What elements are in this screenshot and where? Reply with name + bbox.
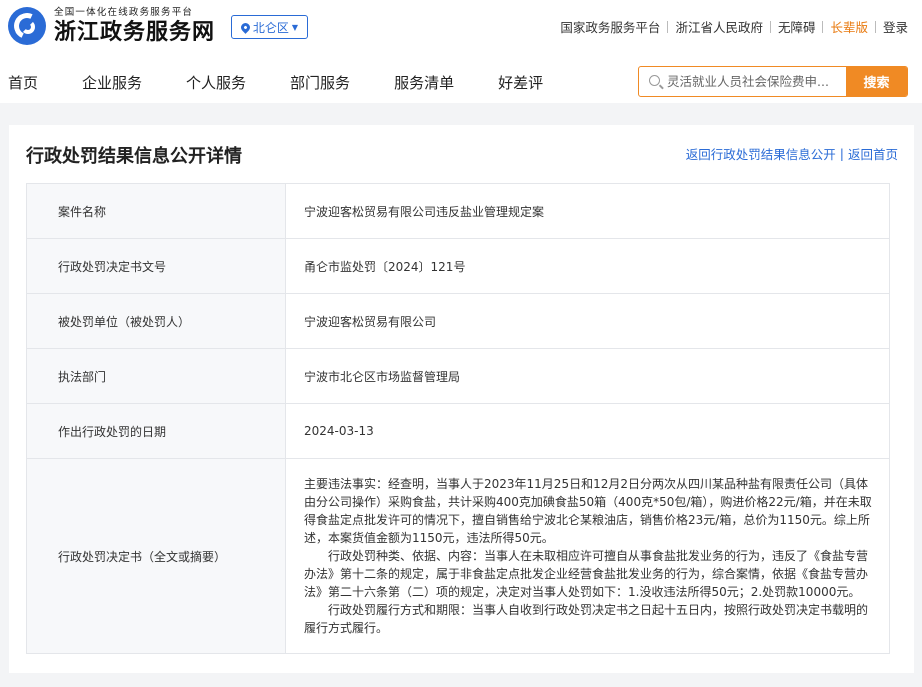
link-elder-mode[interactable]: 长辈版 — [830, 17, 868, 36]
table-row: 行政处罚决定书文号 甬仑市监处罚〔2024〕121号 — [26, 238, 890, 294]
search-input[interactable] — [667, 67, 846, 96]
top-header: 全国一体化在线政务服务平台 浙江政务服务网 北仑区 ▼ 国家政务服务平台 浙江省… — [0, 0, 922, 103]
top-links: 国家政务服务平台 浙江省人民政府 无障碍 长辈版 登录 — [560, 17, 908, 36]
divider: | — [839, 146, 844, 161]
penalty-date-label: 作出行政处罚的日期 — [26, 403, 286, 459]
decision-paragraph-facts: 主要违法事实：经查明，当事人于2023年11月25日和12月2日分两次从四川某品… — [304, 477, 872, 545]
nav-enterprise-services[interactable]: 企业服务 — [82, 72, 142, 93]
penalty-date-value: 2024-03-13 — [285, 403, 890, 459]
search-bar: 搜索 — [638, 66, 908, 97]
nav-home[interactable]: 首页 — [8, 72, 38, 93]
caret-down-icon: ▼ — [291, 22, 299, 32]
link-login[interactable]: 登录 — [883, 17, 908, 36]
search-icon — [639, 67, 667, 96]
return-to-list-link[interactable]: 返回行政处罚结果信息公开 — [686, 144, 836, 163]
enforcement-department-label: 执法部门 — [26, 348, 286, 404]
link-national-platform[interactable]: 国家政务服务平台 — [560, 17, 660, 36]
page-title: 行政处罚结果信息公开详情 — [26, 146, 242, 167]
divider — [769, 20, 771, 33]
detail-card: 行政处罚结果信息公开详情 返回行政处罚结果信息公开 | 返回首页 案件名称 宁波… — [9, 125, 914, 673]
nav-personal-services[interactable]: 个人服务 — [186, 72, 246, 93]
nav-service-list[interactable]: 服务清单 — [394, 72, 454, 93]
decision-paragraph-fulfillment: 行政处罚履行方式和期限：当事人自收到行政处罚决定书之日起十五日内，按照行政处罚决… — [304, 603, 869, 635]
main-nav: 首页 企业服务 个人服务 部门服务 服务清单 好差评 — [8, 72, 543, 93]
logo-subtitle: 全国一体化在线政务服务平台 — [54, 7, 194, 18]
region-selector[interactable]: 北仑区 ▼ — [231, 15, 308, 39]
decision-value: 主要违法事实：经查明，当事人于2023年11月25日和12月2日分两次从四川某品… — [285, 458, 890, 654]
table-row: 案件名称 宁波迎客松贸易有限公司违反盐业管理规定案 — [26, 183, 890, 239]
table-row: 执法部门 宁波市北仑区市场监督管理局 — [26, 348, 890, 404]
table-row: 行政处罚决定书（全文或摘要） 主要违法事实：经查明，当事人于2023年11月25… — [26, 458, 890, 654]
table-row: 被处罚单位（被处罚人） 宁波迎客松贸易有限公司 — [26, 293, 890, 349]
decision-label: 行政处罚决定书（全文或摘要） — [26, 458, 286, 654]
location-pin-icon — [239, 20, 252, 34]
logo-title: 浙江政务服务网 — [54, 19, 216, 45]
zhejiang-logo-icon — [8, 7, 46, 45]
divider — [667, 20, 669, 33]
case-name-label: 案件名称 — [26, 183, 286, 239]
link-accessibility[interactable]: 无障碍 — [778, 17, 816, 36]
document-number-value: 甬仑市监处罚〔2024〕121号 — [285, 238, 890, 294]
case-name-value: 宁波迎客松贸易有限公司违反盐业管理规定案 — [285, 183, 890, 239]
divider — [822, 20, 824, 33]
penalized-party-value: 宁波迎客松贸易有限公司 — [285, 293, 890, 349]
penalty-info-table: 案件名称 宁波迎客松贸易有限公司违反盐业管理规定案 行政处罚决定书文号 甬仑市监… — [26, 183, 890, 654]
return-home-link[interactable]: 返回首页 — [848, 144, 898, 163]
divider — [874, 20, 876, 33]
nav-evaluation[interactable]: 好差评 — [498, 72, 543, 93]
document-number-label: 行政处罚决定书文号 — [26, 238, 286, 294]
nav-department-services[interactable]: 部门服务 — [290, 72, 350, 93]
table-row: 作出行政处罚的日期 2024-03-13 — [26, 403, 890, 459]
region-label: 北仑区 — [252, 20, 289, 35]
penalized-party-label: 被处罚单位（被处罚人） — [26, 293, 286, 349]
enforcement-department-value: 宁波市北仑区市场监督管理局 — [285, 348, 890, 404]
link-provincial-government[interactable]: 浙江省人民政府 — [675, 17, 763, 36]
decision-paragraph-basis: 行政处罚种类、依据、内容：当事人在未取相应许可擅自从事食盐批发业务的行为，违反了… — [304, 549, 869, 599]
logo-text: 全国一体化在线政务服务平台 浙江政务服务网 — [54, 7, 215, 45]
return-links: 返回行政处罚结果信息公开 | 返回首页 — [686, 144, 898, 163]
site-logo[interactable]: 全国一体化在线政务服务平台 浙江政务服务网 — [8, 7, 215, 45]
search-button[interactable]: 搜索 — [846, 67, 907, 96]
